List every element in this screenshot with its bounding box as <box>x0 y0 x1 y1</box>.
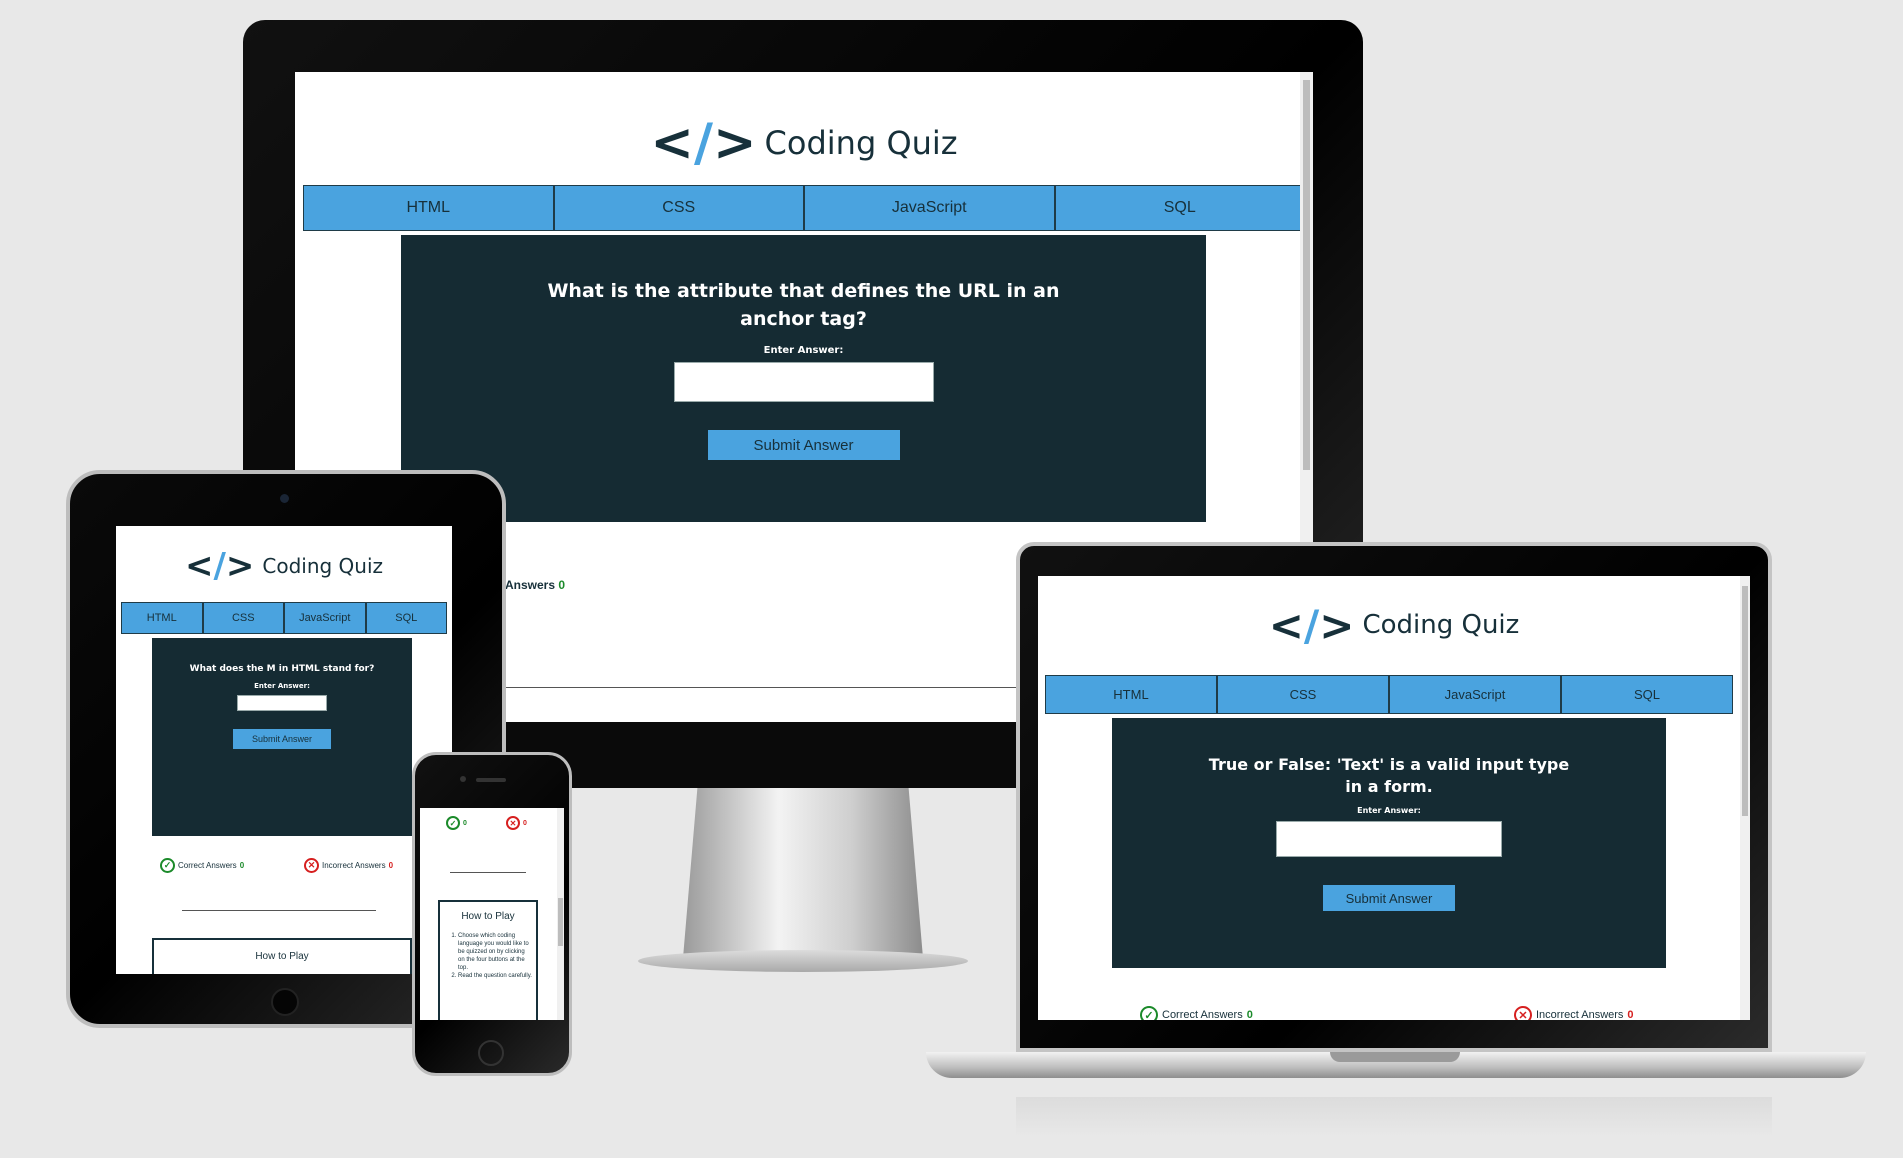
score-correct: ✓ 0 <box>446 816 467 830</box>
scrollbar-thumb[interactable] <box>1303 80 1310 470</box>
incorrect-label: Incorrect Answers <box>322 861 386 870</box>
tab-css[interactable]: CSS <box>1217 675 1389 714</box>
phone-speaker <box>476 778 506 782</box>
question-panel: What is the attribute that defines the U… <box>401 235 1206 522</box>
code-slash-icon: / <box>213 546 226 586</box>
language-nav: HTML CSS JavaScript SQL <box>1045 675 1733 714</box>
tablet-camera <box>280 494 289 503</box>
code-bracket-left-icon: < <box>1268 600 1304 650</box>
tab-javascript[interactable]: JavaScript <box>284 602 366 634</box>
cross-icon: ✕ <box>506 816 520 830</box>
code-slash-icon: / <box>693 113 713 173</box>
incorrect-value: 0 <box>523 819 527 827</box>
language-nav: HTML CSS JavaScript SQL <box>121 602 447 634</box>
score-incorrect: ✕ 0 <box>506 816 527 830</box>
correct-value: 0 <box>463 819 467 827</box>
checkmark-icon: ✓ <box>446 816 460 830</box>
scrollbar-thumb[interactable] <box>558 898 563 946</box>
how-to-play-panel: How to Play <box>152 938 412 974</box>
answer-label: Enter Answer: <box>254 682 310 690</box>
site-title: Coding Quiz <box>262 554 384 578</box>
score-correct: ✓ Correct Answers 0 <box>1140 1006 1253 1020</box>
phone-camera <box>460 776 466 782</box>
tab-sql[interactable]: SQL <box>365 602 447 634</box>
site-logo: < / > Coding Quiz <box>116 544 452 588</box>
laptop-device: < / > Coding Quiz HTML CSS JavaScript SQ… <box>926 542 1866 1142</box>
incorrect-value: 0 <box>388 861 394 870</box>
laptop-shadow <box>1016 1097 1772 1137</box>
tab-javascript[interactable]: JavaScript <box>804 185 1055 231</box>
submit-answer-button[interactable]: Submit Answer <box>233 729 331 749</box>
correct-label: Correct Answers <box>178 861 237 870</box>
divider <box>182 910 376 911</box>
code-bracket-right-icon: > <box>225 546 255 586</box>
phone-screen: ✓ 0 ✕ 0 How to Play Choose which coding … <box>420 808 564 1020</box>
tab-html[interactable]: HTML <box>1045 675 1217 714</box>
cross-icon: ✕ <box>304 858 319 873</box>
tab-html[interactable]: HTML <box>121 602 203 634</box>
submit-answer-button[interactable]: Submit Answer <box>707 430 900 460</box>
tab-css[interactable]: CSS <box>553 185 804 231</box>
scrollbar[interactable] <box>1740 576 1750 1020</box>
score-correct: ✓ Correct Answers 0 <box>160 858 244 873</box>
question-text: What is the attribute that defines the U… <box>547 280 1060 330</box>
how-to-play-title: How to Play <box>461 911 515 922</box>
how-to-play-panel: How to Play Choose which coding language… <box>438 900 538 1020</box>
score-label: Answers <box>505 578 556 592</box>
score-incorrect: ✕ Incorrect Answers 0 <box>1514 1006 1634 1020</box>
site-title: Coding Quiz <box>764 124 958 162</box>
answer-label: Enter Answer: <box>763 345 844 356</box>
site-title: Coding Quiz <box>1362 610 1520 640</box>
correct-value: 0 <box>1246 1009 1253 1020</box>
score-value: 0 <box>558 578 566 592</box>
code-bracket-left-icon: < <box>184 546 214 586</box>
language-nav: HTML CSS JavaScript SQL <box>303 185 1305 231</box>
question-text: What does the M in HTML stand for? <box>189 664 375 674</box>
score-correct: Answers 0 <box>505 578 565 592</box>
question-panel: True or False: 'Text' is a valid input t… <box>1112 718 1666 968</box>
correct-value: 0 <box>239 861 245 870</box>
tab-javascript[interactable]: JavaScript <box>1389 675 1561 714</box>
answer-label: Enter Answer: <box>1357 806 1421 815</box>
answer-input[interactable] <box>673 362 934 402</box>
scrollbar-thumb[interactable] <box>1742 586 1748 816</box>
tablet-screen: < / > Coding Quiz HTML CSS JavaScript SQ… <box>116 526 452 974</box>
site-logo: < / > Coding Quiz <box>295 112 1313 174</box>
tab-css[interactable]: CSS <box>202 602 284 634</box>
site-logo: < / > Coding Quiz <box>1038 600 1750 650</box>
tab-sql[interactable]: SQL <box>1054 185 1305 231</box>
code-bracket-right-icon: > <box>712 113 757 173</box>
answer-input[interactable] <box>237 695 327 711</box>
score-incorrect: ✕ Incorrect Answers 0 <box>304 858 393 873</box>
question-text: True or False: 'Text' is a valid input t… <box>1208 755 1570 796</box>
phone-device: ✓ 0 ✕ 0 How to Play Choose which coding … <box>412 752 572 1076</box>
how-to-play-title: How to Play <box>255 951 309 962</box>
tab-html[interactable]: HTML <box>303 185 554 231</box>
checkmark-icon: ✓ <box>160 858 175 873</box>
incorrect-label: Incorrect Answers <box>1536 1009 1624 1020</box>
tablet-home-button <box>271 988 299 1016</box>
laptop-screen: < / > Coding Quiz HTML CSS JavaScript SQ… <box>1038 576 1750 1020</box>
scrollbar[interactable] <box>557 808 564 1020</box>
how-to-play-steps: Choose which coding language you would l… <box>440 932 532 980</box>
how-to-play-step: Choose which coding language you would l… <box>458 932 532 972</box>
phone-home-button <box>478 1040 504 1066</box>
tab-sql[interactable]: SQL <box>1561 675 1733 714</box>
incorrect-value: 0 <box>1627 1009 1634 1020</box>
divider <box>450 872 526 873</box>
submit-answer-button[interactable]: Submit Answer <box>1323 885 1455 911</box>
how-to-play-step: Read the question carefully. <box>458 972 532 980</box>
code-slash-icon: / <box>1303 600 1320 650</box>
correct-label: Correct Answers <box>1162 1009 1243 1020</box>
code-bracket-left-icon: < <box>650 113 694 173</box>
checkmark-icon: ✓ <box>1140 1006 1158 1020</box>
question-panel: What does the M in HTML stand for? Enter… <box>152 638 412 836</box>
answer-input[interactable] <box>1276 821 1502 857</box>
cross-icon: ✕ <box>1514 1006 1532 1020</box>
code-bracket-right-icon: > <box>1319 600 1355 650</box>
laptop-notch <box>1330 1052 1460 1062</box>
